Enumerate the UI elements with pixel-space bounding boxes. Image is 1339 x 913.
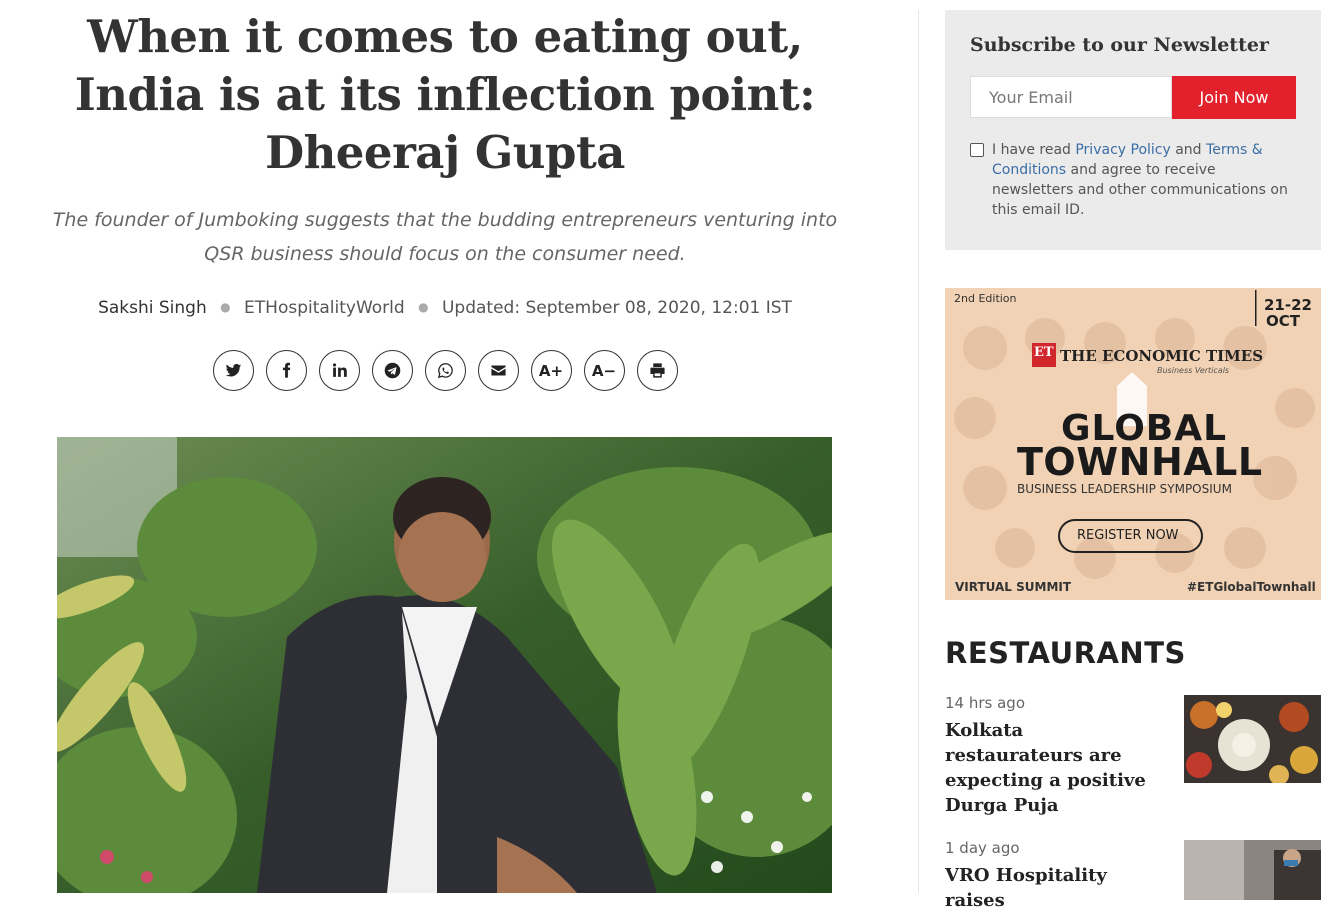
food-platter-image — [1184, 695, 1321, 783]
byline-separator: ● — [220, 300, 231, 314]
email-icon — [490, 365, 506, 376]
ad-date-month: OCT — [1266, 312, 1300, 330]
article-main: When it comes to eating out, India is at… — [0, 0, 918, 893]
hero-photo — [57, 437, 832, 893]
font-decrease-label: A− — [591, 361, 617, 380]
twitter-icon — [225, 364, 241, 377]
ad-footer-right: #ETGlobalTownhall — [1187, 580, 1316, 594]
email-input[interactable] — [970, 76, 1172, 118]
share-toolbar: A+ A− — [40, 350, 850, 391]
privacy-policy-link[interactable]: Privacy Policy — [1075, 142, 1170, 158]
byline: Sakshi Singh ● ETHospitalityWorld ● Upda… — [40, 292, 850, 323]
newsletter-box: Subscribe to our Newsletter Join Now I h… — [945, 10, 1321, 250]
whatsapp-share-button[interactable] — [424, 350, 466, 391]
print-button[interactable] — [636, 350, 678, 391]
kitchen-photo-image — [1184, 840, 1321, 900]
restaurants-section-title[interactable]: RESTAURANTS — [945, 636, 1186, 670]
newsletter-title: Subscribe to our Newsletter — [970, 34, 1269, 56]
ad-title-townhall: TOWNHALL — [1017, 440, 1263, 484]
consent-checkbox[interactable] — [970, 143, 984, 157]
telegram-share-button[interactable] — [371, 350, 413, 391]
ad-brand-sub: Business Verticals — [1157, 366, 1230, 375]
article-headline: When it comes to eating out, India is at… — [74, 10, 816, 179]
article-hero-image — [57, 437, 832, 893]
source-name[interactable]: ETHospitalityWorld — [244, 298, 405, 318]
ad-subtitle: BUSINESS LEADERSHIP SYMPOSIUM — [1017, 482, 1232, 496]
twitter-share-button[interactable] — [212, 350, 254, 391]
linkedin-icon — [332, 363, 347, 377]
ad-register-button[interactable]: REGISTER NOW — [1077, 528, 1179, 543]
consent-prefix: I have read — [992, 142, 1076, 158]
linkedin-share-button[interactable] — [318, 350, 360, 391]
news-item[interactable]: 14 hrs ago Kolkata restaurateurs are exp… — [945, 694, 1321, 818]
facebook-share-button[interactable] — [265, 350, 307, 391]
ad-brand-logo: ET — [1034, 345, 1054, 360]
consent-row: I have read Privacy Policy and Terms & C… — [970, 140, 1300, 220]
whatsapp-icon — [437, 363, 453, 379]
font-increase-button[interactable]: A+ — [530, 350, 572, 391]
font-increase-label: A+ — [538, 361, 564, 380]
telegram-icon — [384, 362, 400, 379]
consent-text: I have read Privacy Policy and Terms & C… — [992, 140, 1300, 220]
author-name[interactable]: Sakshi Singh — [98, 298, 207, 318]
news-item[interactable]: 1 day ago VRO Hospitality raises — [945, 839, 1321, 913]
ad-footer-left: VIRTUAL SUMMIT — [955, 580, 1072, 594]
print-icon — [649, 363, 665, 378]
sidebar: Subscribe to our Newsletter Join Now I h… — [945, 0, 1321, 911]
ad-edition: 2nd Edition — [954, 292, 1017, 305]
facebook-icon — [282, 362, 290, 378]
article-summary: The founder of Jumboking suggests that t… — [52, 209, 838, 265]
updated-timestamp: Updated: September 08, 2020, 12:01 IST — [441, 298, 792, 318]
ad-brand-name: THE ECONOMIC TIMES — [1060, 347, 1264, 365]
news-title[interactable]: VRO Hospitality raises — [945, 863, 1165, 913]
font-decrease-button[interactable]: A− — [583, 350, 625, 391]
column-divider — [918, 10, 919, 893]
news-thumbnail[interactable] — [1184, 840, 1321, 900]
consent-and: and — [1170, 142, 1207, 158]
join-now-button[interactable]: Join Now — [1172, 76, 1296, 119]
global-townhall-ad[interactable]: 2nd Edition 21-22 OCT ET THE ECONOMIC TI… — [945, 288, 1321, 600]
news-thumbnail[interactable] — [1184, 695, 1321, 783]
email-share-button[interactable] — [477, 350, 519, 391]
news-title[interactable]: Kolkata restaurateurs are expecting a po… — [945, 718, 1165, 818]
byline-separator: ● — [418, 300, 429, 314]
